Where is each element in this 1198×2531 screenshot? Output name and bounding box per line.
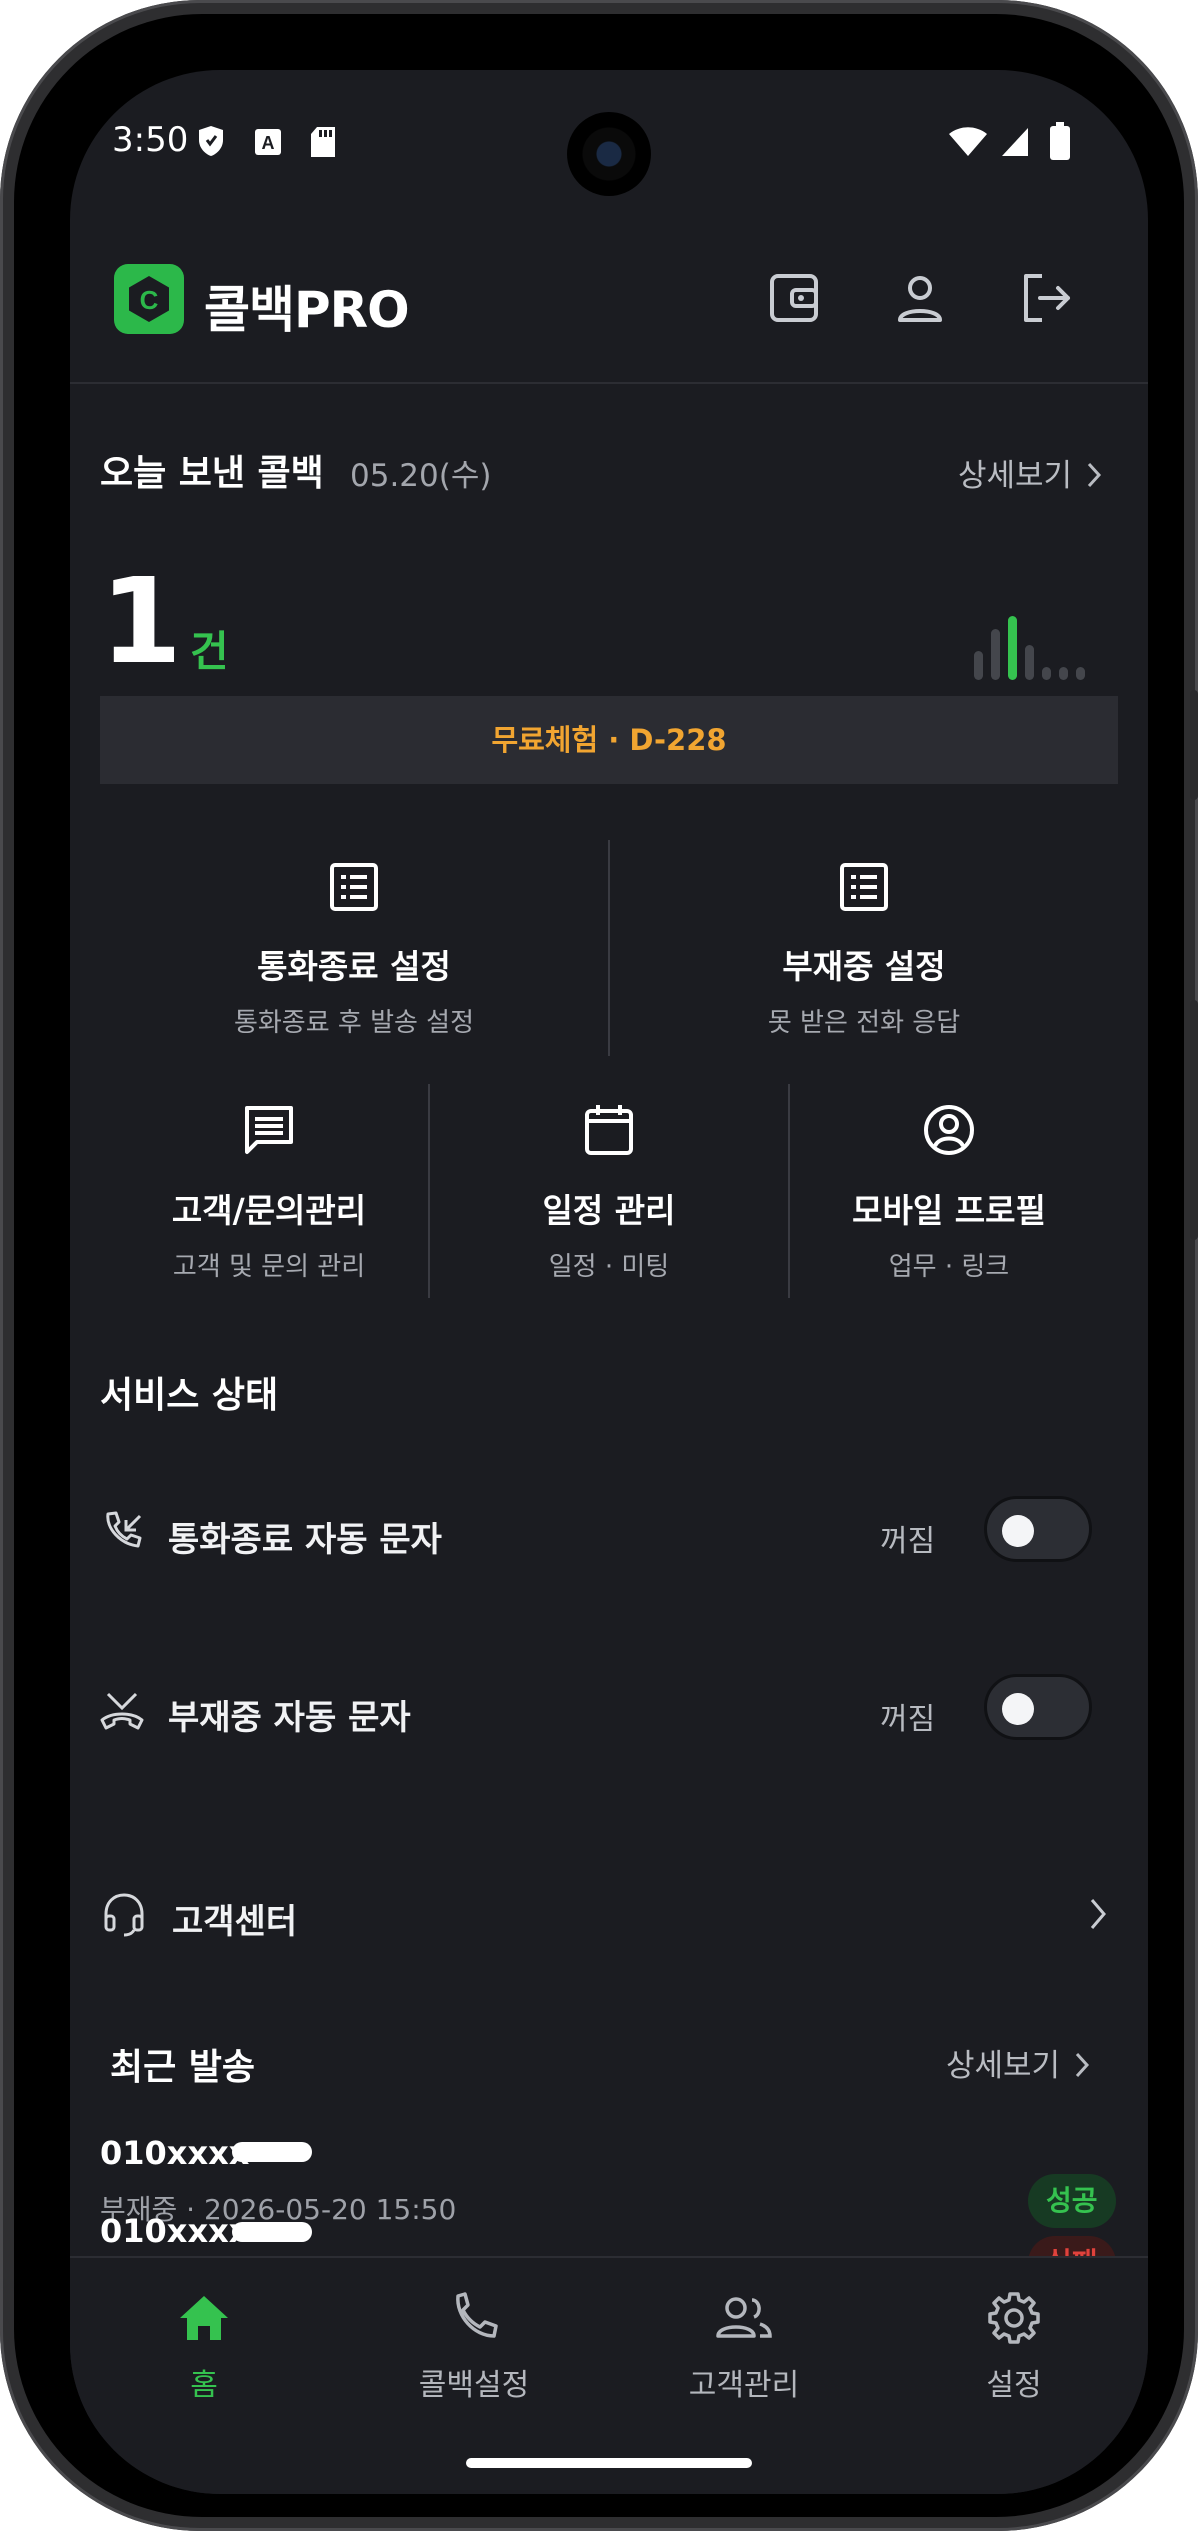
svg-text:A: A	[262, 133, 275, 153]
calendar-icon	[585, 1105, 633, 1155]
recent-item-partial[interactable]: 010xxxx 실패	[100, 2212, 1118, 2256]
trend-bar	[1059, 667, 1068, 680]
mobile-profile-tile[interactable]: 모바일 프로필 업무 · 링크	[780, 1102, 1118, 1283]
font-icon: A	[255, 129, 281, 155]
sd-card-icon	[311, 127, 335, 157]
detail-link-label: 상세보기	[958, 458, 1073, 494]
profile-icon	[924, 1105, 974, 1155]
detail-link-label: 상세보기	[946, 2048, 1061, 2084]
trend-bar	[1076, 667, 1085, 680]
people-icon	[716, 2297, 772, 2338]
call-received-icon	[106, 1511, 142, 1548]
tile-subtitle: 못 받은 전화 응답	[767, 1008, 961, 1038]
screen: 3:50 A C 콜백PRO 오늘 보낸 콜백 05.20(수) 상세보기 1 …	[70, 70, 1148, 2494]
trial-banner[interactable]: 무료체험 · D-228	[100, 696, 1118, 784]
toggle-knob	[1002, 1693, 1034, 1725]
recent-title: 최근 발송	[110, 2047, 256, 2088]
tile-title: 부재중 설정	[782, 947, 946, 986]
headset-icon	[104, 1893, 144, 1937]
recent-detail-link[interactable]: 상세보기	[946, 2040, 1093, 2085]
home-indicator[interactable]	[466, 2458, 752, 2468]
nav-customer-management[interactable]: 고객관리	[644, 2290, 844, 2404]
phone-frame: 3:50 A C 콜백PRO 오늘 보낸 콜백 05.20(수) 상세보기 1 …	[0, 0, 1198, 2531]
message-icon	[245, 1106, 293, 1154]
tile-subtitle: 일정 · 미팅	[548, 1252, 670, 1282]
chevron-right-icon	[1088, 462, 1102, 488]
redaction-mark	[232, 2222, 312, 2242]
nav-label: 고객관리	[688, 2368, 800, 2403]
today-count-unit: 건	[190, 627, 229, 676]
header-divider	[70, 382, 1148, 384]
tile-title: 통화종료 설정	[257, 947, 451, 986]
nav-callback-settings[interactable]: 콜백설정	[374, 2290, 574, 2404]
absent-auto-sms-toggle[interactable]	[984, 1674, 1092, 1740]
account-icon[interactable]	[888, 266, 952, 330]
service-status-title: 서비스 상태	[100, 1375, 279, 1416]
missed-call-icon	[100, 1692, 144, 1730]
schedule-tile[interactable]: 일정 관리 일정 · 미팅	[440, 1102, 778, 1283]
service-row-label: 부재중 자동 문자	[168, 1698, 411, 1738]
logo-mark-icon: C	[129, 276, 169, 322]
nav-home[interactable]: 홈	[104, 2290, 304, 2404]
today-count: 1	[100, 552, 183, 690]
phone-icon	[456, 2292, 498, 2338]
recent-number: 010xxxx	[100, 2134, 250, 2172]
trend-bar	[974, 651, 983, 680]
gear-icon	[988, 2292, 1040, 2344]
shield-icon	[199, 126, 223, 156]
customer-center-row[interactable]: 고객센터	[100, 1886, 1118, 1942]
service-row-state: 꺼짐	[880, 1524, 936, 1559]
today-date: 05.20(수)	[350, 458, 492, 494]
tile-title: 모바일 프로필	[852, 1191, 1046, 1230]
trend-bar	[1042, 667, 1051, 680]
nav-settings[interactable]: 설정	[914, 2290, 1114, 2404]
list-icon	[330, 863, 378, 911]
call-end-settings-tile[interactable]: 통화종료 설정 통화종료 후 발송 설정	[100, 860, 608, 1039]
nav-label: 홈	[190, 2368, 218, 2403]
recent-number: 010xxxx	[100, 2212, 250, 2250]
customer-center-label: 고객센터	[172, 1902, 298, 1942]
front-camera	[567, 112, 651, 196]
trend-bar	[1008, 616, 1017, 680]
home-icon	[180, 2296, 228, 2340]
wallet-icon[interactable]	[762, 266, 826, 330]
trend-bar	[991, 629, 1000, 680]
toggle-knob	[1002, 1515, 1034, 1547]
logout-icon[interactable]	[1014, 266, 1078, 330]
today-title: 오늘 보낸 콜백	[100, 453, 324, 494]
today-trend-sparkline	[974, 610, 1104, 690]
nav-label: 콜백설정	[418, 2368, 530, 2403]
list-icon	[840, 863, 888, 911]
chevron-right-icon	[1076, 2052, 1090, 2078]
service-row-state: 꺼짐	[880, 1702, 936, 1737]
tile-subtitle: 고객 및 문의 관리	[172, 1252, 366, 1282]
tile-title: 고객/문의관리	[171, 1191, 367, 1230]
redaction-mark	[232, 2142, 312, 2162]
battery-icon	[1050, 122, 1070, 160]
service-row-label: 통화종료 자동 문자	[168, 1520, 442, 1560]
nav-label: 설정	[986, 2368, 1042, 2403]
status-badge-fail: 실패	[1028, 2236, 1116, 2256]
power-button	[1190, 1000, 1198, 1240]
call-end-auto-sms-toggle[interactable]	[984, 1496, 1092, 1562]
app-logo: C	[114, 264, 184, 334]
signal-icon	[1002, 128, 1028, 156]
tile-subtitle: 업무 · 링크	[888, 1252, 1010, 1282]
today-detail-link[interactable]: 상세보기	[958, 450, 1105, 495]
tile-divider	[428, 1084, 430, 1298]
tile-title: 일정 관리	[542, 1191, 676, 1230]
absent-settings-tile[interactable]: 부재중 설정 못 받은 전화 응답	[610, 860, 1118, 1039]
status-time: 3:50	[112, 120, 189, 160]
volume-button	[1190, 690, 1198, 800]
trend-bar	[1025, 645, 1034, 680]
wifi-icon	[949, 127, 987, 156]
customer-management-tile[interactable]: 고객/문의관리 고객 및 문의 관리	[100, 1102, 438, 1283]
tile-subtitle: 통화종료 후 발송 설정	[233, 1008, 475, 1038]
chevron-right-icon	[1090, 1899, 1106, 1929]
svg-text:C: C	[140, 285, 159, 315]
app-title: 콜백PRO	[204, 281, 410, 339]
